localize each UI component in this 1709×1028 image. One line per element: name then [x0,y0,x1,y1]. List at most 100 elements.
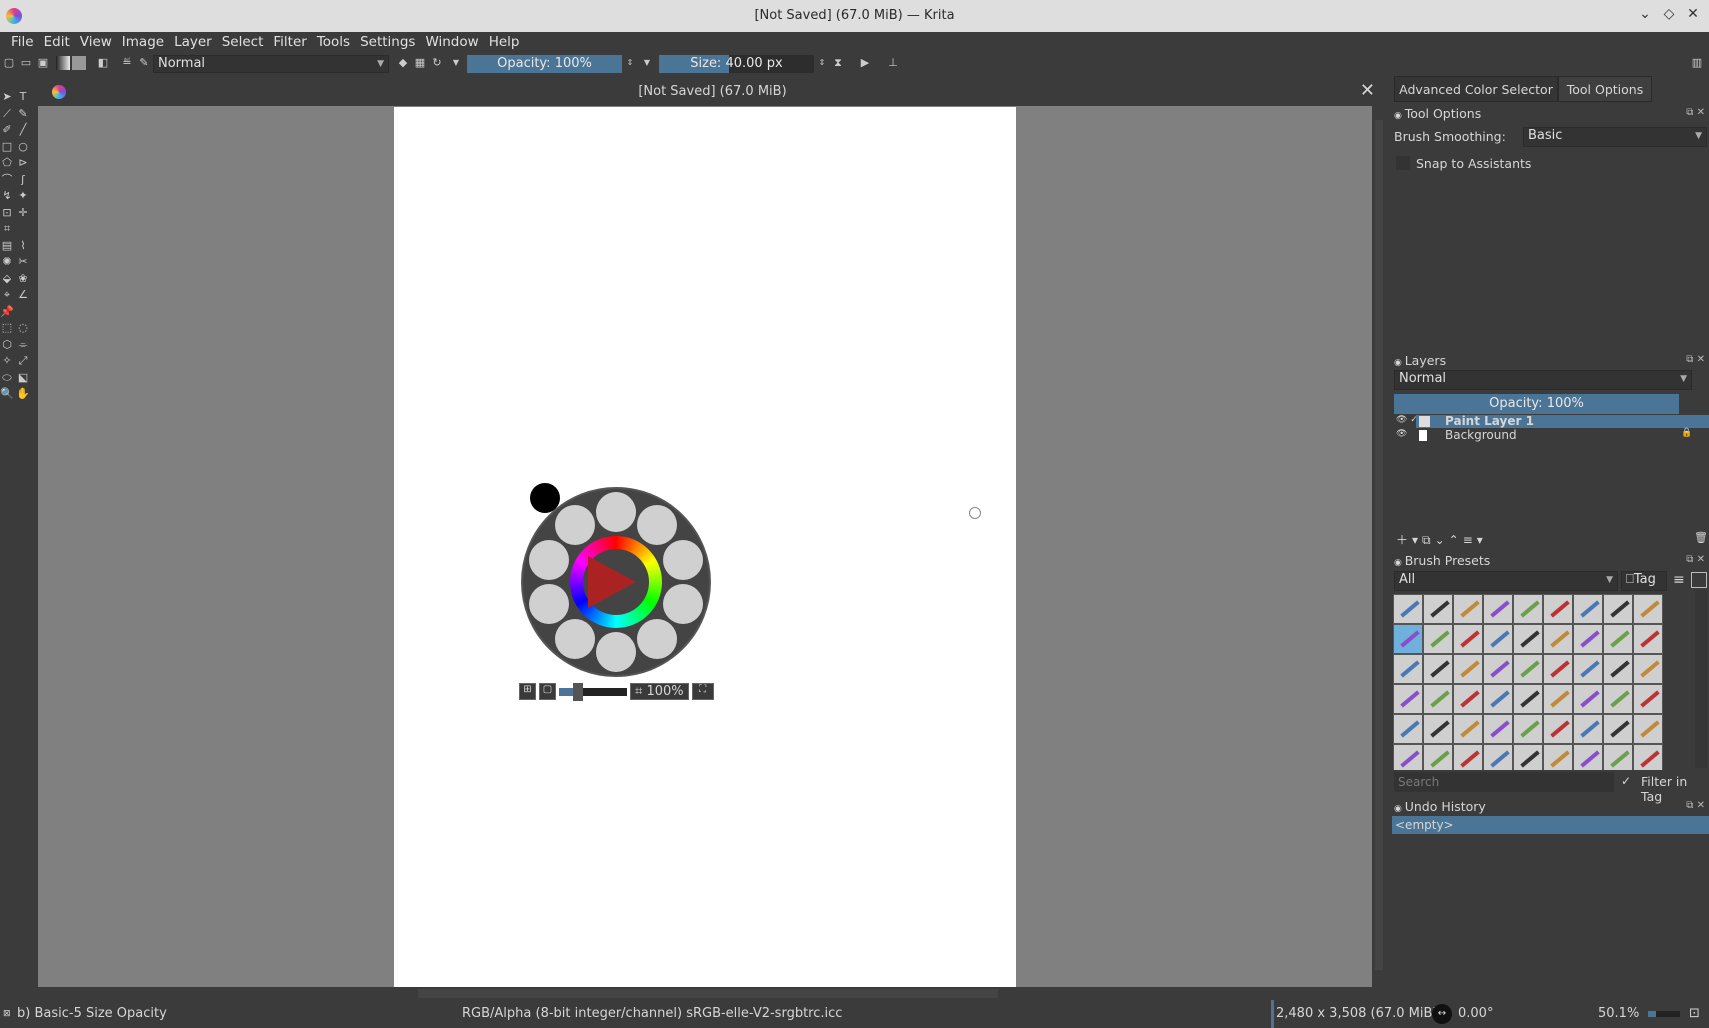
brush-preset-tile[interactable] [1483,594,1513,624]
brush-preset-tile[interactable] [1453,654,1483,684]
panel-float-close-icon[interactable]: ⧉ ✕ [1686,107,1705,118]
tool-icon[interactable]: ⬙ [0,272,14,286]
tool-icon[interactable]: ⌒ [0,173,14,187]
brush-preset-tile[interactable] [1543,684,1573,714]
brush-preset-tile[interactable] [1633,624,1663,654]
maximize-icon[interactable]: ◇ [1659,6,1679,26]
panel-float-close-icon[interactable]: ⧉ ✕ [1686,800,1705,811]
popup-brush-slot[interactable] [596,492,636,532]
brush-preset-tile[interactable] [1513,624,1543,654]
brush-preset-tile[interactable] [1453,744,1483,770]
close-document-icon[interactable]: ✕ [1360,80,1375,101]
panel-float-close-icon[interactable]: ⧉ ✕ [1686,354,1705,365]
wrap-around-icon[interactable]: ⊥ [886,56,900,70]
brush-filter-select[interactable]: All ▼ [1394,571,1618,591]
brush-preset-tile[interactable] [1603,744,1633,770]
brush-preset-tile[interactable] [1393,624,1423,654]
close-window-icon[interactable]: ✕ [1683,6,1703,26]
menu-settings[interactable]: Settings [355,32,420,52]
tool-icon[interactable]: ⬕ [16,371,30,385]
minimize-icon[interactable]: ⌄ [1635,6,1655,26]
tab-advanced-color-selector[interactable]: Advanced Color Selector [1394,76,1558,102]
tool-icon[interactable]: ✎ [16,107,30,121]
tool-icon[interactable]: ⤢ [16,354,30,368]
brush-preset-tile[interactable] [1543,624,1573,654]
brush-preset-tile[interactable] [1543,744,1573,770]
color-triangle[interactable] [588,556,636,608]
layer-actions-bar[interactable]: ＋▾⧉⌄⌃≡▾ [1396,531,1487,548]
brush-preset-tile[interactable] [1453,684,1483,714]
brush-preset-tile[interactable] [1483,654,1513,684]
brush-preset-tile[interactable] [1513,714,1543,744]
menu-help[interactable]: Help [484,32,525,52]
blend-mode-select[interactable]: Normal ▼ [153,55,389,73]
brush-preset-tile[interactable] [1633,744,1663,770]
brush-preset-tile[interactable] [1573,684,1603,714]
brush-preset-tile[interactable] [1453,594,1483,624]
visibility-eye-icon[interactable]: 👁 [1396,429,1407,439]
brush-preset-tile[interactable] [1633,654,1663,684]
tool-icon[interactable]: ⟋ [0,107,14,121]
menu-file[interactable]: File [6,32,39,52]
brush-preset-tile[interactable] [1513,594,1543,624]
brush-preset-tile[interactable] [1513,744,1543,770]
tool-icon[interactable]: ⌯ [16,338,30,352]
rotation-icon[interactable]: ↔ [1432,1004,1452,1024]
brush-preset-tile[interactable] [1513,654,1543,684]
menu-edit[interactable]: Edit [39,32,75,52]
eraser-mode-icon[interactable]: ◆ [396,56,410,70]
brush-preset-tile[interactable] [1573,714,1603,744]
popup-brush-slot[interactable] [662,540,703,581]
popup-brush-slot[interactable] [596,632,636,672]
tool-icon[interactable]: ◌ [16,321,30,335]
undo-item[interactable]: <empty> [1392,816,1709,834]
menu-tools[interactable]: Tools [312,32,355,52]
delete-layer-icon[interactable]: 🗑 [1694,531,1708,544]
size-slider[interactable]: Size: 40.00 px [659,55,814,73]
fg-bg-color-icon[interactable]: ◧ [96,56,110,70]
brush-preset-tile[interactable] [1603,624,1633,654]
brush-preset-tile[interactable] [1453,714,1483,744]
brush-preset-tile[interactable] [1543,594,1573,624]
size-spin-icon[interactable]: ⇕ [815,56,829,70]
brush-preset-tile[interactable] [1483,744,1513,770]
brush-preset-tile[interactable] [1543,654,1573,684]
popup-brush-slot[interactable] [529,583,570,624]
popup-brush-slot[interactable] [554,505,595,546]
tool-icon[interactable]: ⊡ [0,206,14,220]
popup-brush-slot[interactable] [554,618,595,659]
tool-icon[interactable]: 📌 [0,305,14,319]
brush-settings-icon[interactable]: ≝ [120,56,134,70]
brush-preset-tile[interactable] [1633,594,1663,624]
tool-icon[interactable]: ⬡ [0,338,14,352]
opacity-spin-icon[interactable]: ⇕ [623,56,637,70]
mirror-vertical-icon[interactable]: ▶ [858,56,872,70]
tool-icon[interactable]: ✺ [0,255,14,269]
tool-icon[interactable]: T [16,90,30,104]
tool-icon[interactable]: ╱ [16,123,30,137]
fullscreen-icon[interactable]: ⊡ [1689,1000,1700,1028]
snap-checkbox[interactable] [1396,156,1410,170]
layer-name[interactable]: Background [1445,428,1517,442]
brush-preset-tile[interactable] [1393,744,1423,770]
tool-icon[interactable]: ⌗ [0,222,14,236]
dropdown-icon[interactable]: ▼ [449,56,463,70]
tool-icon[interactable]: ➤ [0,90,14,104]
brush-preset-tile[interactable] [1573,594,1603,624]
layer-opacity-slider[interactable]: Opacity: 100% [1394,394,1679,414]
brush-preset-tile[interactable] [1483,714,1513,744]
brush-preset-tile[interactable] [1423,594,1453,624]
tag-button[interactable]: ⎕Tag [1621,571,1667,591]
tool-icon[interactable]: ⊳ [16,156,30,170]
brush-preset-tile[interactable] [1453,624,1483,654]
list-view-icon[interactable]: ≡ [1673,572,1685,588]
visibility-eye-icon[interactable]: 👁 ✓ [1396,415,1418,425]
menu-layer[interactable]: Layer [169,32,217,52]
reload-preset-icon[interactable]: ↻ [430,56,444,70]
brush-preset-tile[interactable] [1603,714,1633,744]
tool-icon[interactable]: ∠ [16,288,30,302]
tool-icon[interactable]: ⬠ [0,156,14,170]
mirror-horizontal-icon[interactable]: ⧗ [831,56,845,70]
workspace-icon[interactable]: ▥ [1690,56,1704,70]
layer-name[interactable]: Paint Layer 1 [1445,414,1534,428]
